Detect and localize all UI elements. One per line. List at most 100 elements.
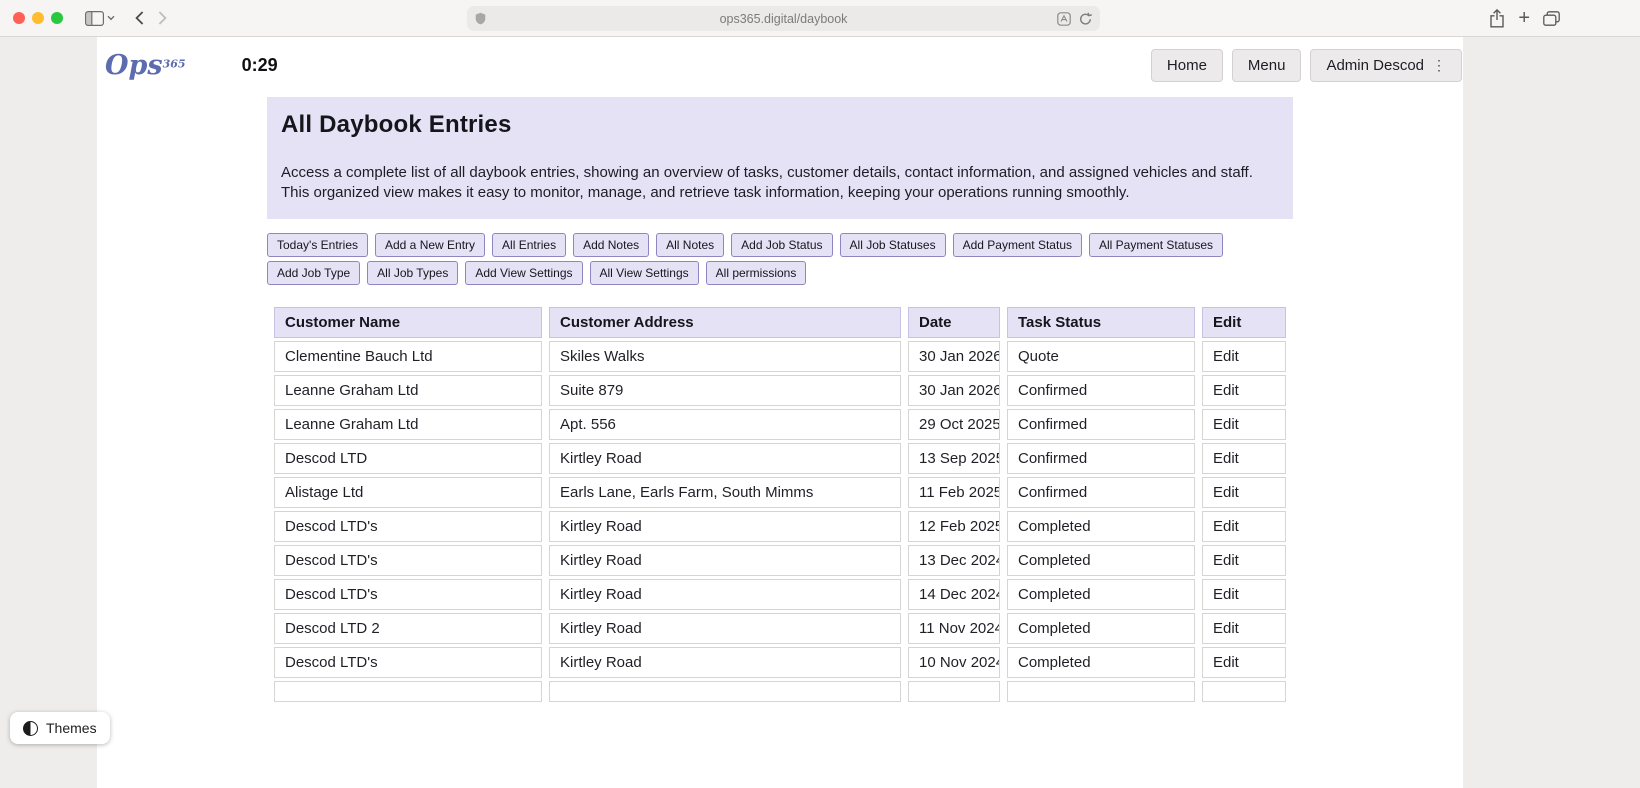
page-viewport: Ops365 0:29 Home Menu Admin Descod ⋮ All… [0,37,1640,788]
edit-link[interactable]: Edit [1213,654,1239,671]
plus-icon: + [1518,8,1530,28]
page-content-column: Ops365 0:29 Home Menu Admin Descod ⋮ All… [97,37,1463,788]
themes-button[interactable]: Themes [10,712,110,744]
zoom-window-button[interactable] [51,12,63,24]
column-header: Edit [1202,307,1286,338]
action-button[interactable]: Add Notes [573,233,649,257]
date-cell: 29 Oct 2025 [908,409,1000,440]
menu-button[interactable]: Menu [1232,49,1302,82]
action-button[interactable]: Add Payment Status [953,233,1082,257]
action-button[interactable]: Add Job Status [731,233,832,257]
date-cell: 10 Nov 2024 [908,647,1000,678]
edit-link[interactable]: Edit [1213,620,1239,637]
action-button[interactable]: All permissions [706,261,807,285]
close-window-button[interactable] [13,12,25,24]
home-button[interactable]: Home [1151,49,1223,82]
column-header: Task Status [1007,307,1195,338]
navbar-buttons: Home Menu Admin Descod ⋮ [1151,49,1462,82]
contrast-icon [23,721,38,736]
sidebar-toggle-button[interactable] [85,11,115,26]
column-header: Customer Name [274,307,542,338]
action-button[interactable]: Add View Settings [465,261,582,285]
customer-address-cell: Earls Lane, Earls Farm, South Mimms [549,477,901,508]
back-arrow-icon [135,11,144,25]
edit-cell: Edit [1202,477,1286,508]
themes-label: Themes [46,720,97,736]
kebab-menu-icon: ⋮ [1432,57,1446,74]
action-buttons: Today's Entries Add a New Entry All Entr… [267,233,1293,285]
table-row: Clementine Bauch Ltd Skiles Walks 30 Jan… [274,341,1286,372]
edit-link[interactable]: Edit [1213,348,1239,365]
task-status-cell [1007,681,1195,702]
action-button[interactable]: All Notes [656,233,724,257]
tab-overview-button[interactable] [1543,11,1560,26]
site-navbar: Ops365 0:29 Home Menu Admin Descod ⋮ [97,37,1463,94]
action-button[interactable]: All View Settings [590,261,699,285]
action-button[interactable]: All Entries [492,233,566,257]
table-row: Descod LTD's Kirtley Road 13 Dec 2024 Co… [274,545,1286,576]
action-button[interactable]: Add a New Entry [375,233,485,257]
action-button[interactable]: All Job Types [367,261,458,285]
edit-cell: Edit [1202,647,1286,678]
customer-address-cell: Suite 879 [549,375,901,406]
date-cell: 11 Feb 2025 [908,477,1000,508]
customer-name-cell: Descod LTD 2 [274,613,542,644]
task-status-cell: Confirmed [1007,375,1195,406]
edit-cell: Edit [1202,409,1286,440]
date-cell: 30 Jan 2026 [908,341,1000,372]
minimize-window-button[interactable] [32,12,44,24]
edit-link[interactable]: Edit [1213,552,1239,569]
ops365-logo[interactable]: Ops365 [105,50,186,81]
customer-address-cell: Kirtley Road [549,647,901,678]
logo-superscript: 365 [163,58,186,71]
home-label: Home [1167,57,1207,74]
edit-link[interactable]: Edit [1213,518,1239,535]
customer-name-cell: Descod LTD [274,443,542,474]
forward-button[interactable] [158,11,167,25]
admin-label: Admin Descod [1326,57,1424,74]
action-button[interactable]: Add Job Type [267,261,360,285]
edit-link[interactable]: Edit [1213,382,1239,399]
date-cell: 11 Nov 2024 [908,613,1000,644]
customer-address-cell [549,681,901,702]
date-cell: 12 Feb 2025 [908,511,1000,542]
customer-address-cell: Apt. 556 [549,409,901,440]
customer-address-cell: Kirtley Road [549,579,901,610]
customer-name-cell: Clementine Bauch Ltd [274,341,542,372]
customer-address-cell: Kirtley Road [549,443,901,474]
task-status-cell: Completed [1007,647,1195,678]
customer-name-cell [274,681,542,702]
translate-icon[interactable] [1057,12,1071,26]
edit-link[interactable]: Edit [1213,484,1239,501]
browser-chrome: ops365.digital/daybook + [0,0,1640,37]
logo-text: Ops [105,50,163,81]
date-cell: 14 Dec 2024 [908,579,1000,610]
back-button[interactable] [135,11,144,25]
share-button[interactable] [1489,9,1505,28]
customer-address-cell: Kirtley Road [549,511,901,542]
page-header-panel: All Daybook Entries Access a complete li… [267,97,1293,219]
session-timer: 0:29 [242,55,278,76]
table-header-row: Customer Name Customer Address Date Task… [274,307,1286,338]
action-button[interactable]: All Job Statuses [840,233,946,257]
customer-name-cell: Descod LTD's [274,511,542,542]
table-row: Descod LTD Kirtley Road 13 Sep 2025 Conf… [274,443,1286,474]
table-row: Leanne Graham Ltd Suite 879 30 Jan 2026 … [274,375,1286,406]
edit-link[interactable]: Edit [1213,416,1239,433]
column-header: Date [908,307,1000,338]
address-bar[interactable]: ops365.digital/daybook [467,6,1100,31]
action-button[interactable]: Today's Entries [267,233,368,257]
reload-icon[interactable] [1079,12,1092,26]
column-header: Customer Address [549,307,901,338]
customer-name-cell: Leanne Graham Ltd [274,375,542,406]
customer-name-cell: Descod LTD's [274,647,542,678]
edit-link[interactable]: Edit [1213,586,1239,603]
table-row [274,681,1286,702]
customer-address-cell: Kirtley Road [549,545,901,576]
new-tab-button[interactable]: + [1518,8,1530,28]
admin-menu-button[interactable]: Admin Descod ⋮ [1310,49,1462,82]
action-button[interactable]: All Payment Statuses [1089,233,1223,257]
edit-link[interactable]: Edit [1213,450,1239,467]
table-row: Descod LTD's Kirtley Road 14 Dec 2024 Co… [274,579,1286,610]
share-icon [1489,9,1505,28]
